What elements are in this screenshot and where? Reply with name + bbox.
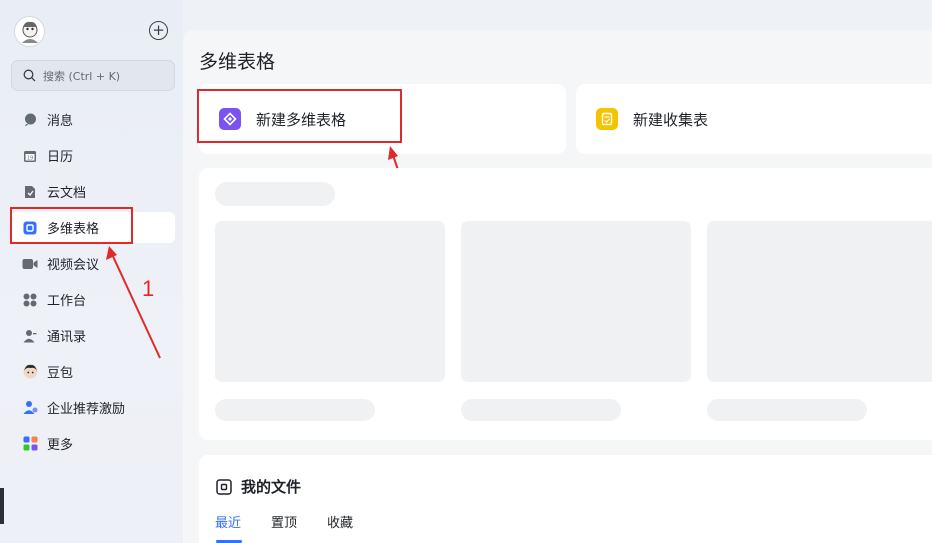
skeleton-card [461,221,691,382]
skeleton-card [707,221,932,382]
sidebar-item-cloud-docs[interactable]: 云文档 [11,176,175,207]
sidebar-item-label: 企业推荐激励 [47,402,126,417]
skeleton-heading [215,182,335,206]
tab-pinned[interactable]: 置顶 [271,512,297,531]
sidebar-item-label: 多维表格 [47,222,100,237]
annotation-number-1: 1 [142,276,155,301]
avatar[interactable] [14,16,45,47]
window-edge [0,488,4,524]
avatar-image [21,21,38,43]
new-base-label: 新建多维表格 [256,110,347,129]
sidebar-item-messages[interactable]: 消息 [11,104,175,135]
my-files-title: 我的文件 [241,478,302,496]
base-create-icon [219,108,241,130]
search-icon [23,69,36,82]
skeleton-caption [215,399,375,421]
calendar-icon: 19 [22,148,38,164]
new-form-button[interactable]: 新建收集表 [576,84,932,154]
annotation-arrow-1 [106,246,161,359]
more-apps-icon [22,436,38,452]
cloud-doc-icon [22,184,38,200]
skeleton-caption [707,399,867,421]
my-files-panel [199,455,932,543]
doubao-icon [22,364,38,380]
sidebar-item-more[interactable]: 更多 [11,428,175,459]
workplace-icon [22,292,38,308]
tab-favorites[interactable]: 收藏 [327,512,353,531]
contacts-icon [22,328,38,344]
sidebar-item-label: 更多 [47,438,74,453]
sidebar-item-calendar[interactable]: 19 日历 [11,140,175,171]
search-input[interactable]: 搜索 (Ctrl + K) [11,60,175,91]
sidebar-item-label: 豆包 [47,366,74,381]
sidebar-item-referral[interactable]: 企业推荐激励 [11,392,175,423]
base-table-icon [22,220,38,236]
skeleton-card [215,221,445,382]
referral-icon [22,400,38,416]
form-create-icon [596,108,618,130]
svg-text:19: 19 [27,155,33,161]
sidebar-item-label: 日历 [47,150,74,165]
video-meeting-icon [22,256,38,272]
sidebar-item-label: 视频会议 [47,258,100,273]
sidebar-item-label: 通讯录 [47,330,87,345]
sidebar-item-label: 消息 [47,114,74,129]
add-icon[interactable]: + [149,21,168,40]
page-title: 多维表格 [199,51,276,73]
files-icon [216,478,232,495]
sidebar-item-label: 工作台 [47,294,87,309]
sidebar-item-label: 云文档 [47,186,87,201]
my-files-heading: 我的文件 [216,476,301,497]
new-form-label: 新建收集表 [633,110,709,129]
sidebar-item-base[interactable]: 多维表格 [11,212,175,243]
tab-recent[interactable]: 最近 [215,512,241,531]
search-placeholder: 搜索 (Ctrl + K) [43,69,121,83]
message-icon [22,112,38,128]
skeleton-caption [461,399,621,421]
